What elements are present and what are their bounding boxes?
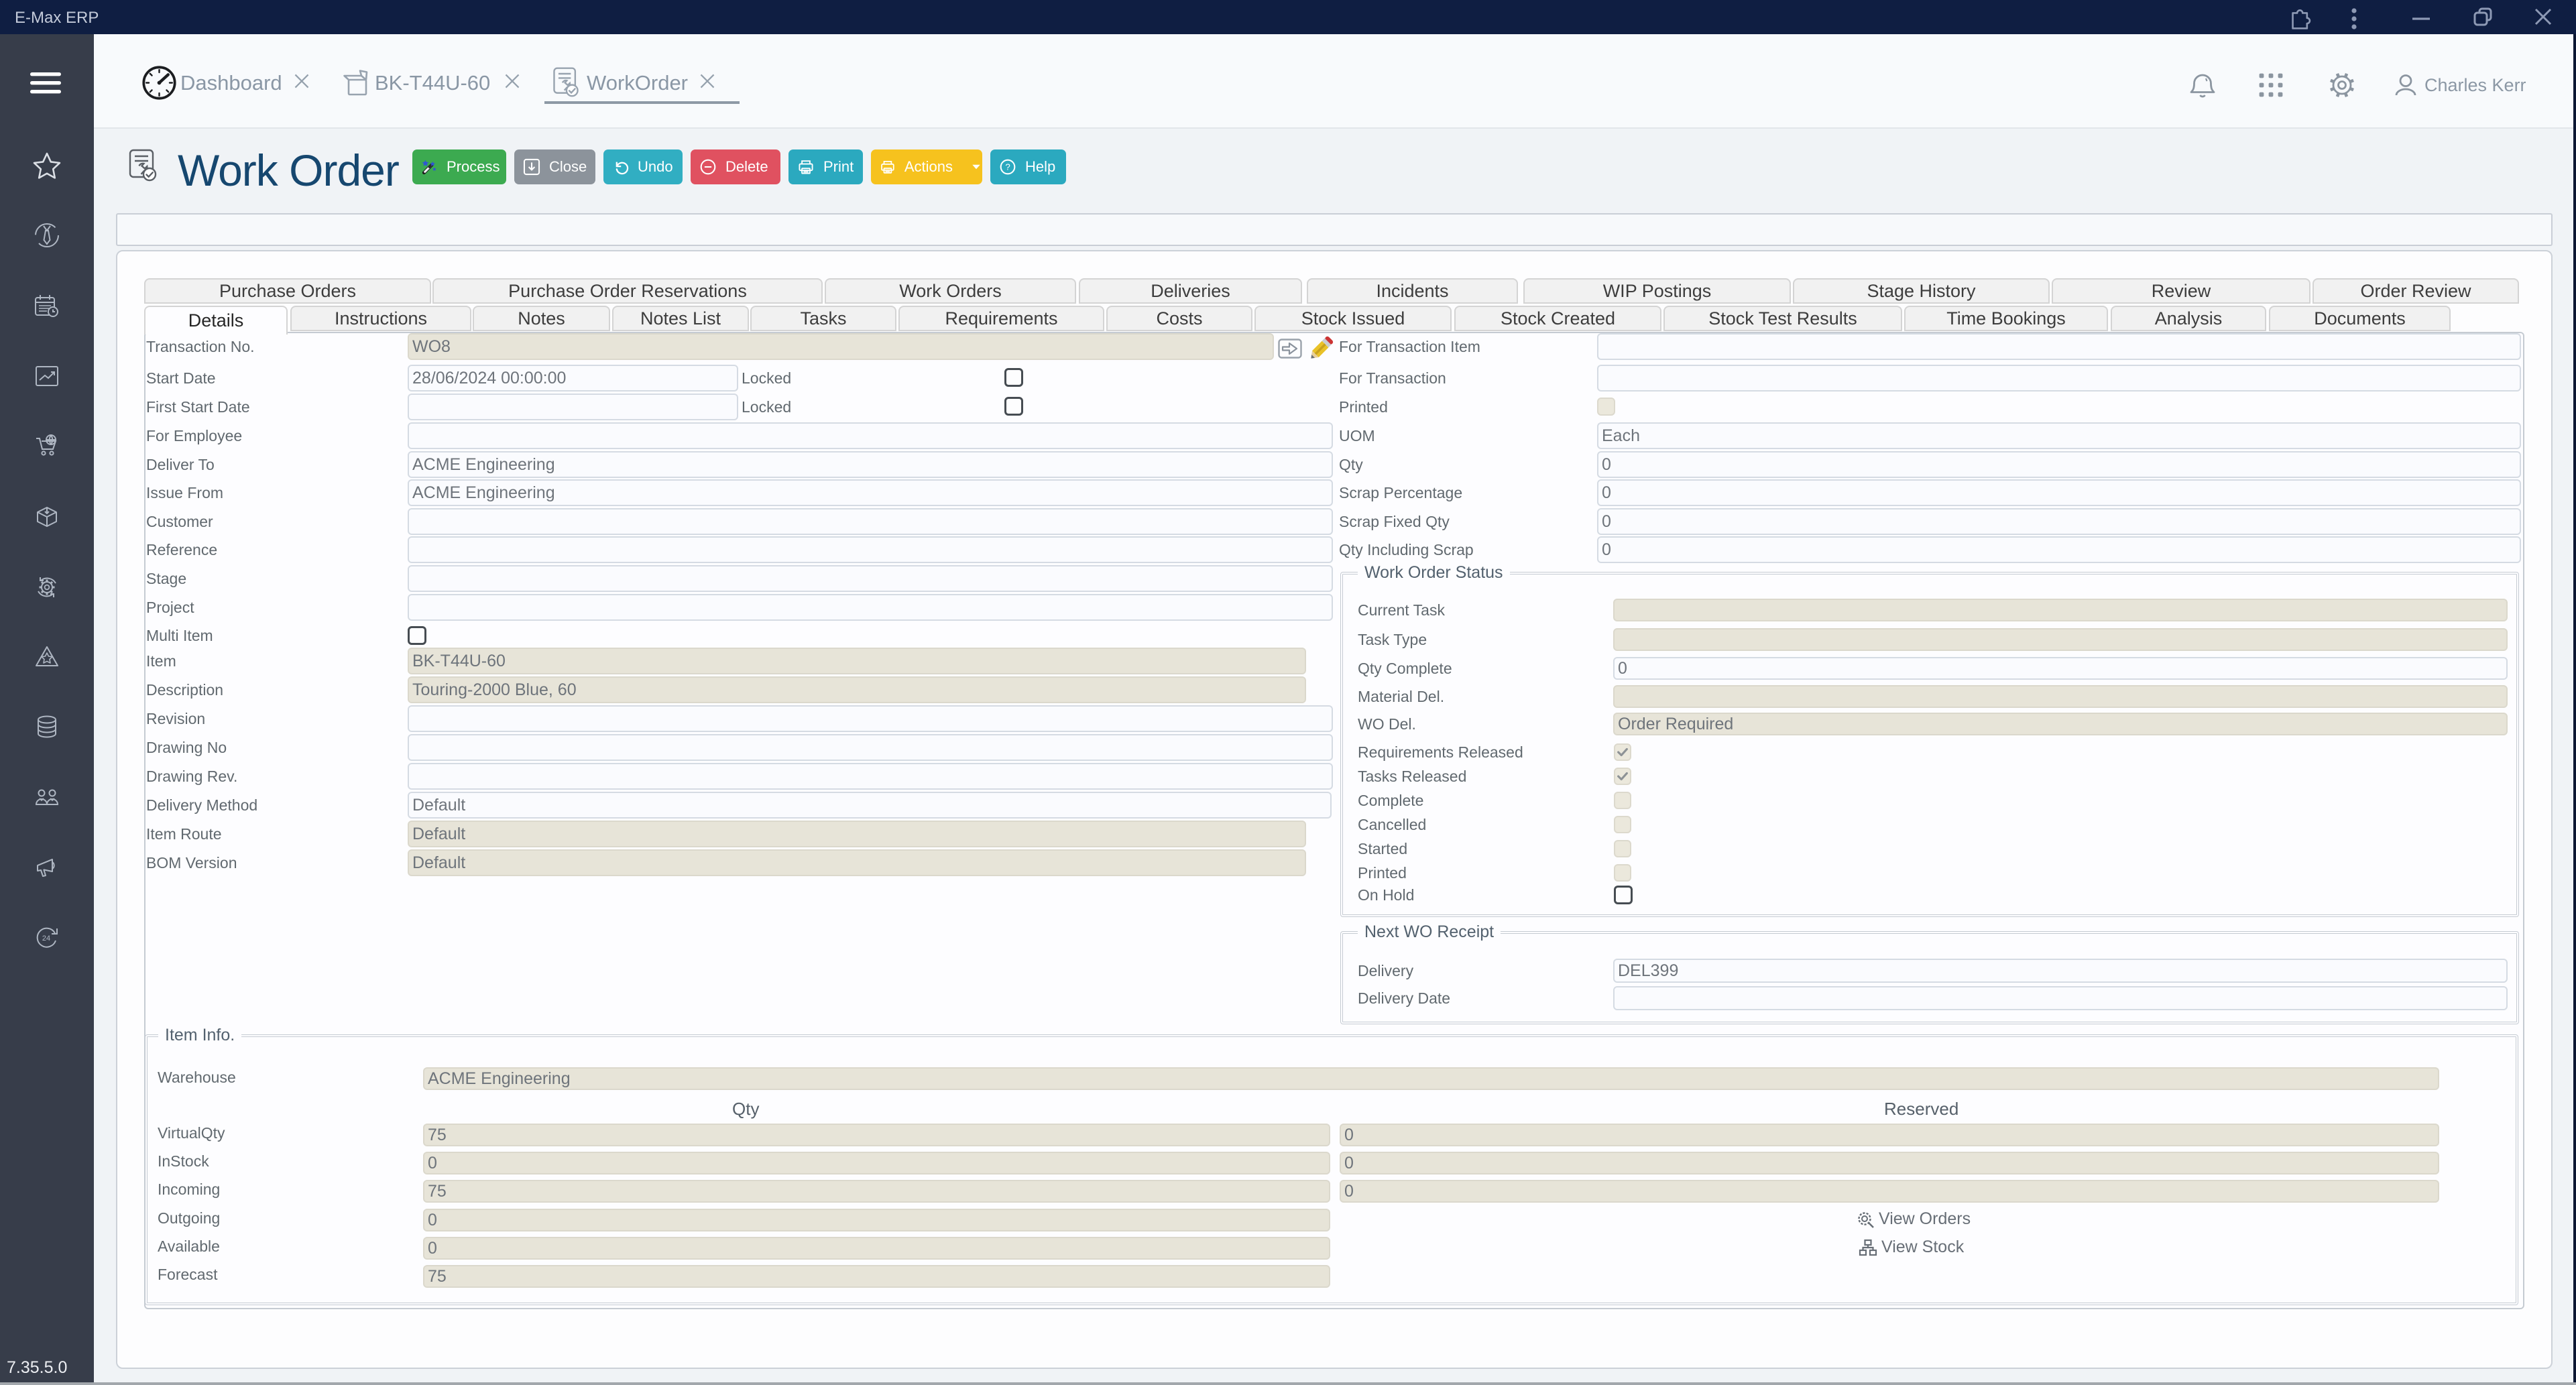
- svg-text:?: ?: [1005, 162, 1010, 172]
- svg-text:24: 24: [42, 935, 50, 943]
